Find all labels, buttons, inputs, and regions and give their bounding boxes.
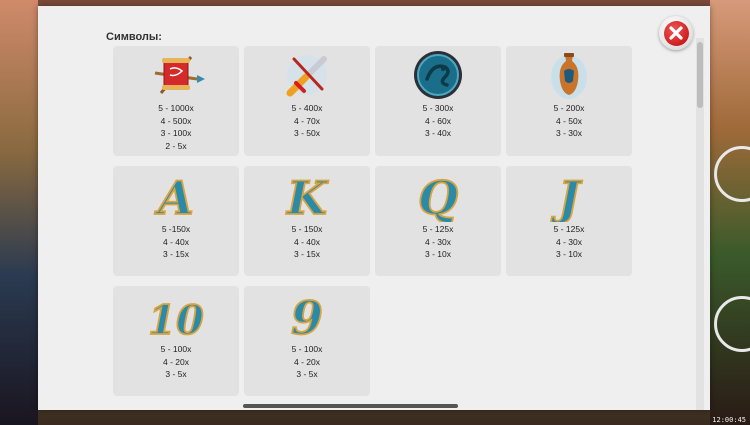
symbol-card: 9 5 - 100x 4 - 20x 3 - 5x [244,286,370,396]
background-left [0,0,38,425]
payout-list: 5 - 200x 4 - 50x 3 - 30x [506,102,632,140]
symbol-card: K 5 - 150x 4 - 40x 3 - 15x [244,166,370,276]
symbol-card: Q 5 - 125x 4 - 30x 3 - 10x [375,166,501,276]
symbol-card: J 5 - 125x 4 - 30x 3 - 10x [506,166,632,276]
dragon-shield-icon [409,49,467,101]
payout-line: 5 - 400x [291,103,323,113]
payout-line: 5 -150x [161,224,191,234]
payout-list: 5 - 400x 4 - 70x 3 - 50x [244,102,370,140]
symbol-card: A 5 -150x 4 - 40x 3 - 15x [113,166,239,276]
payout-line: 3 - 50x [294,128,320,138]
background-right [710,0,750,425]
symbol-card: 5 - 400x 4 - 70x 3 - 50x [244,46,370,156]
symbol-card: 5 - 200x 4 - 50x 3 - 30x [506,46,632,156]
letter-k-icon: K [278,170,336,226]
payout-line: 4 - 20x [294,356,320,367]
payout-list: 5 -150x 4 - 40x 3 - 15x [113,223,239,261]
payout-line: 5 - 150x [291,224,323,234]
sword-icon [278,49,336,101]
letter-a-icon: A [147,170,205,226]
scroll-icon [147,49,205,101]
payout-list: 5 - 125x 4 - 30x 3 - 10x [506,223,632,261]
payout-line: 2 - 5x [165,140,187,151]
letter-k-glyph: K [285,171,329,222]
letter-q-glyph: Q [418,171,458,222]
payout-line: 5 - 125x [553,224,585,234]
payout-list: 5 - 100x 4 - 20x 3 - 5x [244,343,370,381]
payout-line: 3 - 5x [296,369,318,379]
payout-line: 4 - 30x [425,236,451,247]
payout-line: 4 - 40x [294,236,320,247]
letter-a-glyph: A [154,171,194,222]
letter-j-icon: J [540,170,598,226]
bottom-handle [243,404,458,408]
payout-list: 5 - 150x 4 - 40x 3 - 15x [244,223,370,261]
payout-line: 5 - 125x [422,224,454,234]
payout-line: 4 - 50x [556,115,582,126]
symbol-card: 10 5 - 100x 4 - 20x 3 - 5x [113,286,239,396]
number-10-glyph: 10 [148,297,204,342]
symbol-card: 5 - 300x 4 - 60x 3 - 40x [375,46,501,156]
letter-q-icon: Q [409,170,467,226]
paytable-panel: Символы: 5 - 1000x 4 - 500x 3 - 100x 2 -… [38,6,710,410]
payout-line: 5 - 100x [291,344,323,354]
payout-line: 3 - 15x [294,249,320,259]
payout-line: 3 - 30x [556,128,582,138]
payout-list: 5 - 125x 4 - 30x 3 - 10x [375,223,501,261]
payout-line: 3 - 5x [165,369,187,379]
close-icon [663,20,689,46]
payout-line: 3 - 40x [425,128,451,138]
payout-line: 4 - 500x [160,115,192,126]
number-10-icon: 10 [147,290,205,345]
vase-icon [540,49,598,101]
payout-line: 3 - 10x [556,249,582,259]
payout-line: 4 - 70x [294,115,320,126]
payout-list: 5 - 300x 4 - 60x 3 - 40x [375,102,501,140]
payout-line: 4 - 40x [163,236,189,247]
scrollbar[interactable] [696,38,704,410]
payout-line: 4 - 20x [163,356,189,367]
payout-line: 5 - 300x [422,103,454,113]
payout-line: 5 - 200x [553,103,585,113]
payout-line: 4 - 60x [425,115,451,126]
clock: 12:00:45 [712,416,746,424]
number-9-icon: 9 [278,290,336,346]
reel-ring-decoration [714,296,750,352]
payout-list: 5 - 1000x 4 - 500x 3 - 100x 2 - 5x [113,102,239,152]
symbol-card: 5 - 1000x 4 - 500x 3 - 100x 2 - 5x [113,46,239,156]
reel-ring-decoration [714,146,750,202]
payout-list: 5 - 100x 4 - 20x 3 - 5x [113,343,239,381]
close-button[interactable] [659,16,693,50]
scrollbar-thumb[interactable] [697,42,703,108]
payout-line: 5 - 1000x [158,103,194,113]
paytable-title: Символы: [106,31,162,43]
payout-line: 3 - 100x [160,128,192,138]
number-9-glyph: 9 [291,291,323,342]
payout-line: 4 - 30x [556,236,582,247]
payout-line: 5 - 100x [160,344,192,354]
letter-j-glyph: J [550,171,583,222]
payout-line: 3 - 15x [163,249,189,259]
payout-line: 3 - 10x [425,249,451,259]
